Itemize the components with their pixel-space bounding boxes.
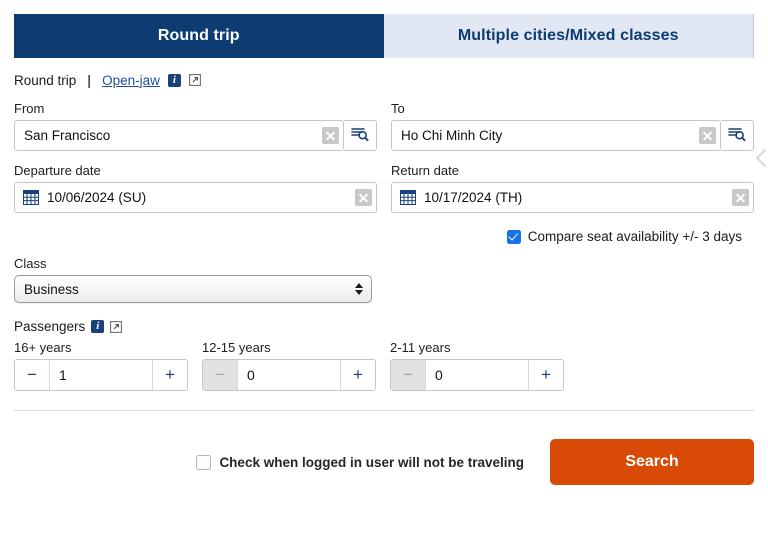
class-select-wrap: Business xyxy=(14,275,372,303)
to-field-group: To Ho Chi Minh City xyxy=(391,89,754,151)
departure-date-group: Departure date 10/06/2024 (SU) xyxy=(14,151,377,213)
passenger-youth-increment[interactable]: + xyxy=(340,360,375,390)
compare-availability-row[interactable]: Compare seat availability +/- 3 days xyxy=(14,229,754,244)
logged-out-traveler-row[interactable]: Check when logged in user will not be tr… xyxy=(196,454,524,470)
chevron-updown-icon xyxy=(355,283,363,295)
return-date-input[interactable]: 10/17/2024 (TH) xyxy=(391,182,754,213)
route-row: From San Francisco To Ho Chi Minh City xyxy=(14,89,754,151)
passenger-adult-decrement[interactable]: − xyxy=(15,360,50,390)
passenger-child-value[interactable]: 0 xyxy=(426,360,528,390)
footer-divider xyxy=(14,410,754,411)
passenger-youth-stepper: − 0 + xyxy=(202,359,376,391)
tab-multiple-cities[interactable]: Multiple cities/Mixed classes xyxy=(383,14,754,58)
departure-date-input[interactable]: 10/06/2024 (SU) xyxy=(14,182,377,213)
tab-multiple-cities-label: Multiple cities/Mixed classes xyxy=(457,27,679,44)
info-icon[interactable]: i xyxy=(167,73,181,87)
calendar-icon[interactable] xyxy=(400,190,416,205)
to-field: Ho Chi Minh City xyxy=(391,120,754,151)
passenger-child-increment[interactable]: + xyxy=(528,360,563,390)
lookup-search-icon xyxy=(351,126,369,145)
tab-round-trip[interactable]: Round trip xyxy=(14,14,384,58)
passenger-adult-label: 16+ years xyxy=(14,340,72,355)
passengers-title-row: Passengers i xyxy=(14,319,754,334)
calendar-icon[interactable] xyxy=(23,190,39,205)
from-field: San Francisco xyxy=(14,120,377,151)
trip-mode-links: Round trip | Open-jaw i xyxy=(14,71,754,89)
passenger-adult-increment[interactable]: + xyxy=(152,360,187,390)
chevron-left-icon[interactable] xyxy=(754,147,768,169)
passenger-adult-stepper: − 1 + xyxy=(14,359,188,391)
tab-round-trip-label: Round trip xyxy=(157,27,240,44)
from-input-value: San Francisco xyxy=(24,128,111,143)
passenger-child-decrement: − xyxy=(391,360,426,390)
current-trip-mode-label: Round trip xyxy=(14,72,77,88)
passenger-child-label: 2-11 years xyxy=(390,340,451,355)
departure-date-clear-icon[interactable] xyxy=(355,189,372,206)
passenger-youth-label: 12-15 years xyxy=(202,340,271,355)
form-footer: Check when logged in user will not be tr… xyxy=(14,439,754,485)
return-date-value: 10/17/2024 (TH) xyxy=(424,190,523,205)
logged-out-traveler-label: Check when logged in user will not be tr… xyxy=(219,454,524,470)
from-clear-icon[interactable] xyxy=(322,127,339,144)
passengers-steppers: 16+ years − 1 + 12-15 years − 0 + 2-11 y… xyxy=(14,340,754,391)
from-lookup-button[interactable] xyxy=(344,120,377,151)
departure-date-label: Departure date xyxy=(14,163,101,178)
return-date-group: Return date 10/17/2024 (TH) xyxy=(391,151,754,213)
departure-date-value: 10/06/2024 (SU) xyxy=(47,190,147,205)
search-button[interactable]: Search xyxy=(550,439,754,485)
to-label: To xyxy=(391,101,405,116)
to-lookup-button[interactable] xyxy=(721,120,754,151)
class-select[interactable]: Business xyxy=(14,275,372,303)
search-form: Round trip | Open-jaw i From San Francis… xyxy=(0,71,768,485)
return-date-label: Return date xyxy=(391,163,459,178)
from-label: From xyxy=(14,101,45,116)
class-select-value: Business xyxy=(24,281,79,297)
search-button-label: Search xyxy=(625,453,679,470)
external-link-icon[interactable] xyxy=(188,74,201,86)
passenger-youth-value[interactable]: 0 xyxy=(238,360,340,390)
passenger-group-youth: 12-15 years − 0 + xyxy=(202,340,376,391)
info-icon[interactable]: i xyxy=(91,320,105,333)
to-input-value: Ho Chi Minh City xyxy=(401,128,503,143)
passenger-youth-decrement: − xyxy=(203,360,238,390)
external-link-icon[interactable] xyxy=(110,320,123,333)
lookup-search-icon xyxy=(728,126,746,145)
compare-availability-checkbox[interactable] xyxy=(506,229,521,244)
passenger-child-stepper: − 0 + xyxy=(390,359,564,391)
return-date-clear-icon[interactable] xyxy=(732,189,749,206)
passengers-label: Passengers xyxy=(14,319,86,334)
open-jaw-link[interactable]: Open-jaw xyxy=(102,73,160,88)
passenger-adult-value[interactable]: 1 xyxy=(50,360,152,390)
trip-type-tabs: Round trip Multiple cities/Mixed classes xyxy=(14,14,754,58)
dates-row: Departure date 10/06/2024 (SU) Return da… xyxy=(14,151,754,213)
class-label: Class xyxy=(14,256,47,271)
compare-availability-label: Compare seat availability +/- 3 days xyxy=(527,229,742,244)
to-input[interactable]: Ho Chi Minh City xyxy=(391,120,721,151)
link-separator: | xyxy=(87,72,92,88)
from-input[interactable]: San Francisco xyxy=(14,120,344,151)
passenger-group-child: 2-11 years − 0 + xyxy=(390,340,564,391)
passenger-group-adult: 16+ years − 1 + xyxy=(14,340,188,391)
from-field-group: From San Francisco xyxy=(14,89,377,151)
to-clear-icon[interactable] xyxy=(699,127,716,144)
logged-out-traveler-checkbox[interactable] xyxy=(196,454,212,470)
class-group: Class Business xyxy=(14,256,754,303)
